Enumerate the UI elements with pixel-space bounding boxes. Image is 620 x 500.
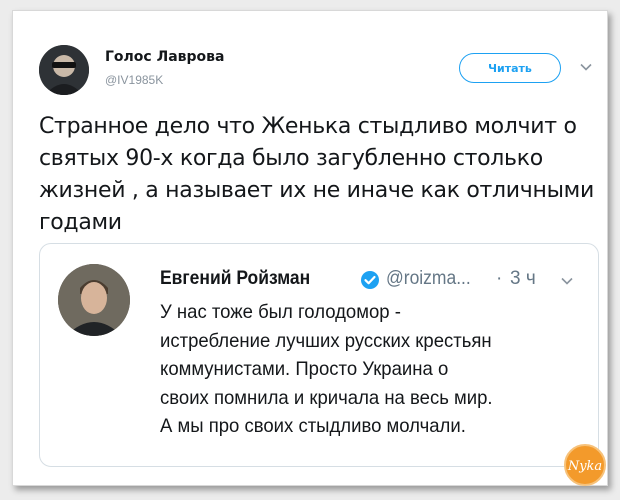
time-separator: · — [496, 268, 503, 289]
quoted-author-handle[interactable]: @roizma... — [386, 268, 471, 290]
quoted-text-line: А мы про своих стыдливо молчали. — [160, 415, 466, 437]
chevron-down-icon[interactable] — [560, 274, 574, 288]
quoted-text-line: У нас тоже был голодомор - — [160, 301, 401, 323]
tweet-card: Голос Лаврова @IV1985K Читать Странное д… — [12, 10, 608, 486]
quoted-timestamp[interactable]: 3 ч — [510, 268, 536, 290]
author-name[interactable]: Голос Лаврова — [105, 49, 224, 65]
verified-badge-icon — [361, 271, 379, 289]
quoted-author-avatar[interactable] — [58, 264, 130, 336]
quoted-text-line: коммунистами. Просто Украина о — [160, 358, 449, 380]
svg-text:Nyka: Nyka — [567, 459, 602, 474]
quoted-text: У нас тоже был голодомор - истребление л… — [160, 298, 590, 441]
tweet-text: Странное дело что Женька стыдливо молчит… — [39, 114, 594, 235]
quoted-tweet[interactable]: Евгений Ройзман @roizma... · 3 ч У нас т… — [39, 243, 599, 467]
quoted-text-line: своих помнила и кричала на весь мир. — [160, 386, 493, 409]
follow-button[interactable]: Читать — [459, 53, 561, 83]
watermark-logo-icon: Nyka — [564, 444, 606, 486]
quoted-text-line: истребление лучших русских крестьян — [160, 329, 492, 352]
author-handle[interactable]: @IV1985K — [105, 73, 163, 87]
author-avatar[interactable] — [39, 45, 89, 95]
quoted-author-name[interactable]: Евгений Ройзман — [160, 268, 310, 290]
chevron-down-icon[interactable] — [579, 60, 593, 74]
